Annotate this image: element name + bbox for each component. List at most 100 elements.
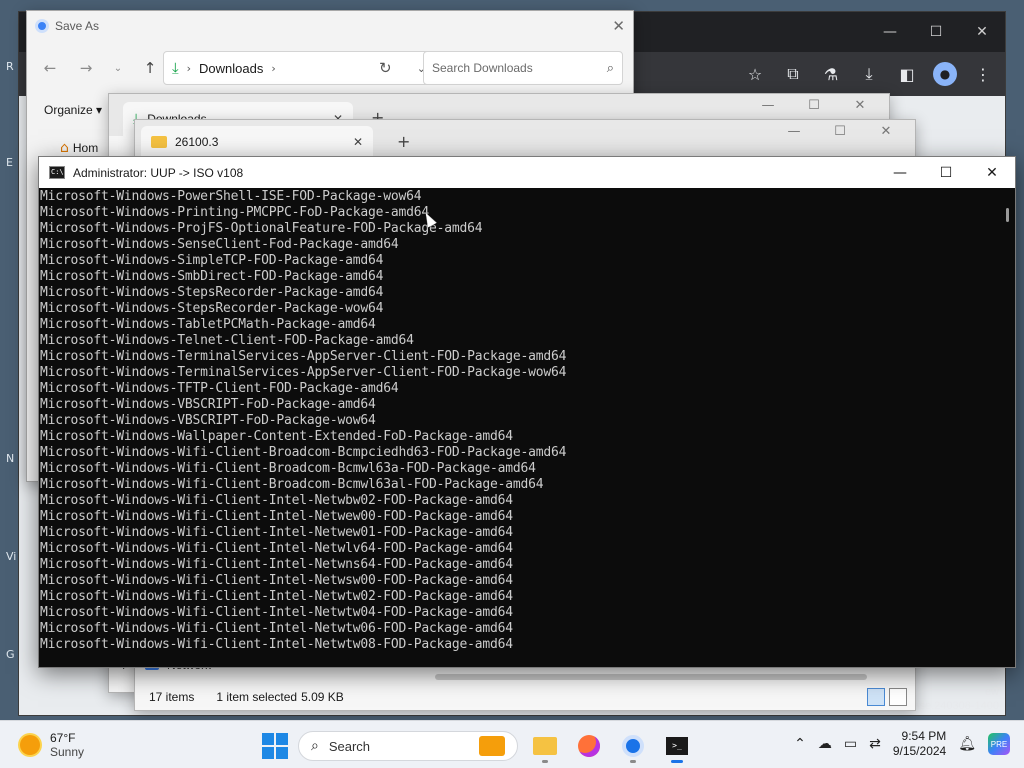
desktop-label: G: [6, 648, 15, 661]
maximize-button[interactable]: ☐: [923, 157, 969, 188]
console-output[interactable]: Microsoft-Windows-PowerShell-ISE-FOD-Pac…: [39, 188, 997, 667]
profile-icon[interactable]: ●: [933, 62, 957, 86]
back-icon[interactable]: ←: [41, 59, 59, 77]
console-window: C:\ Administrator: UUP -> ISO v108 — ☐ ✕…: [38, 156, 1016, 668]
nav-home[interactable]: ⌂ Hom: [60, 140, 98, 156]
extensions-icon[interactable]: ⧉: [781, 62, 805, 86]
home-label: Hom: [72, 141, 99, 155]
console-line: Microsoft-Windows-Wallpaper-Content-Exte…: [40, 429, 513, 444]
maximize-button[interactable]: ☐: [791, 98, 837, 113]
desktop-label: N: [6, 452, 15, 465]
status-bar: 17 items 1 item selected 5.09 KB: [135, 684, 915, 710]
browser-window-controls: — ☐ ✕: [867, 12, 1005, 52]
taskbar: 67°F Sunny ⌕ Search >_ ⌃ ☁ ▭ ⇄ 9:54 PM 9…: [0, 720, 1024, 768]
tab-bar: 26100.3 ✕ + — ☐ ✕: [135, 120, 915, 158]
selection-size: 5.09 KB: [301, 690, 344, 704]
maximize-button[interactable]: ☐: [817, 124, 863, 139]
browser-toolbar-icons: ☆ ⧉ ⚗ ⤓ ◧ ● ⋮: [743, 62, 995, 86]
folder-icon: [151, 136, 167, 148]
details-view-icon[interactable]: [867, 688, 885, 706]
close-tab-icon[interactable]: ✕: [353, 135, 363, 149]
taskbar-search[interactable]: ⌕ Search: [298, 731, 518, 761]
horizontal-scrollbar[interactable]: [435, 674, 867, 680]
refresh-icon[interactable]: ↻: [379, 59, 392, 77]
search-icon[interactable]: ⌕: [607, 61, 614, 76]
terminal-icon[interactable]: >_: [660, 729, 694, 763]
display-icon[interactable]: ▭: [844, 736, 857, 752]
vertical-scrollbar[interactable]: [997, 188, 1015, 667]
weather-temp: 67°F: [50, 731, 76, 745]
clock[interactable]: 9:54 PM 9/15/2024: [893, 729, 946, 759]
nav-buttons: ← → ⌄ ↑: [41, 59, 159, 77]
network-icon[interactable]: ⇄: [869, 736, 881, 752]
tiles-view-icon[interactable]: [889, 688, 907, 706]
firefox-icon[interactable]: [572, 729, 606, 763]
close-button[interactable]: ✕: [959, 12, 1005, 52]
sidebar-icon[interactable]: ◧: [895, 62, 919, 86]
close-button[interactable]: ✕: [863, 124, 909, 139]
weather-widget[interactable]: 67°F Sunny: [20, 731, 84, 759]
console-line: Microsoft-Windows-Wifi-Client-Intel-Netw…: [40, 637, 513, 652]
minimize-button[interactable]: —: [877, 157, 923, 188]
minimize-button[interactable]: —: [771, 124, 817, 139]
download-icon: ⤓: [172, 59, 179, 77]
search-highlight-icon: [479, 736, 505, 756]
selection-count: 1 item selected: [216, 690, 298, 704]
weather-desc: Sunny: [50, 745, 85, 759]
windows-start-icon[interactable]: [262, 733, 288, 759]
window-controls: — ☐ ✕: [877, 157, 1015, 188]
desktop-label: E: [6, 156, 13, 169]
console-line: Microsoft-Windows-Wifi-Client-Intel-Netw…: [40, 493, 513, 508]
console-line: Microsoft-Windows-Telnet-Client-FOD-Pack…: [40, 333, 414, 348]
sun-icon: [20, 735, 40, 755]
search-icon: ⌕: [311, 738, 319, 754]
download-icon[interactable]: ⤓: [857, 62, 881, 86]
system-tray: ⌃ ☁ ▭ ⇄ 9:54 PM 9/15/2024 🔔︎ PRE: [794, 729, 1010, 759]
chrome-icon[interactable]: [616, 729, 650, 763]
close-button[interactable]: ✕: [837, 98, 883, 113]
minimize-button[interactable]: —: [745, 98, 791, 113]
bell-icon[interactable]: 🔔︎: [958, 736, 976, 752]
labs-icon[interactable]: ⚗: [819, 62, 843, 86]
new-tab-icon[interactable]: +: [397, 132, 410, 151]
address-label: Downloads: [199, 60, 264, 76]
console-line: Microsoft-Windows-TabletPCMath-Package-a…: [40, 317, 376, 332]
up-icon[interactable]: ↑: [141, 59, 159, 77]
console-line: Microsoft-Windows-TFTP-Client-FOD-Packag…: [40, 381, 399, 396]
chevron-right-icon[interactable]: ›: [271, 62, 275, 75]
forward-icon[interactable]: →: [77, 59, 95, 77]
star-icon[interactable]: ☆: [743, 62, 767, 86]
item-count: 17 items: [149, 690, 195, 704]
search-input[interactable]: [432, 61, 592, 75]
copilot-pre-icon[interactable]: PRE: [988, 733, 1010, 755]
view-toggle: [867, 688, 907, 706]
tab-26100-3[interactable]: 26100.3 ✕: [141, 126, 373, 158]
search-box[interactable]: ⌕: [423, 51, 623, 85]
maximize-button[interactable]: ☐: [913, 12, 959, 52]
file-explorer-icon[interactable]: [528, 729, 562, 763]
console-line: Microsoft-Windows-Printing-PMCPPC-FoD-Pa…: [40, 205, 429, 220]
organize-button[interactable]: Organize ▾: [44, 103, 102, 117]
address-bar[interactable]: ⤓ › Downloads › ⌄: [163, 51, 435, 85]
console-line: Microsoft-Windows-SimpleTCP-FOD-Package-…: [40, 253, 384, 268]
recent-icon[interactable]: ⌄: [113, 63, 123, 74]
console-line: Microsoft-Windows-ProjFS-OptionalFeature…: [40, 221, 483, 236]
close-button[interactable]: ✕: [969, 157, 1015, 188]
console-line: Microsoft-Windows-StepsRecorder-Package-…: [40, 285, 384, 300]
dialog-titlebar: Save As ✕: [27, 11, 633, 41]
scrollbar-thumb[interactable]: [1006, 208, 1009, 222]
console-line: Microsoft-Windows-Wifi-Client-Intel-Netw…: [40, 557, 513, 572]
close-icon[interactable]: ✕: [612, 17, 625, 35]
console-line: Microsoft-Windows-StepsRecorder-Package-…: [40, 301, 384, 316]
console-line: Microsoft-Windows-Wifi-Client-Broadcom-B…: [40, 477, 544, 492]
chevron-up-icon[interactable]: ⌃: [794, 736, 806, 752]
console-line: Microsoft-Windows-SenseClient-Fod-Packag…: [40, 237, 399, 252]
chrome-icon: [35, 19, 49, 33]
menu-icon[interactable]: ⋮: [971, 62, 995, 86]
console-line: Microsoft-Windows-Wifi-Client-Intel-Netw…: [40, 509, 513, 524]
console-line: Microsoft-Windows-Wifi-Client-Intel-Netw…: [40, 605, 513, 620]
window-title: Administrator: UUP -> ISO v108: [73, 165, 244, 180]
cloud-off-icon[interactable]: ☁: [818, 736, 832, 752]
console-line: Microsoft-Windows-VBSCRIPT-FoD-Package-w…: [40, 413, 376, 428]
minimize-button[interactable]: —: [867, 12, 913, 52]
